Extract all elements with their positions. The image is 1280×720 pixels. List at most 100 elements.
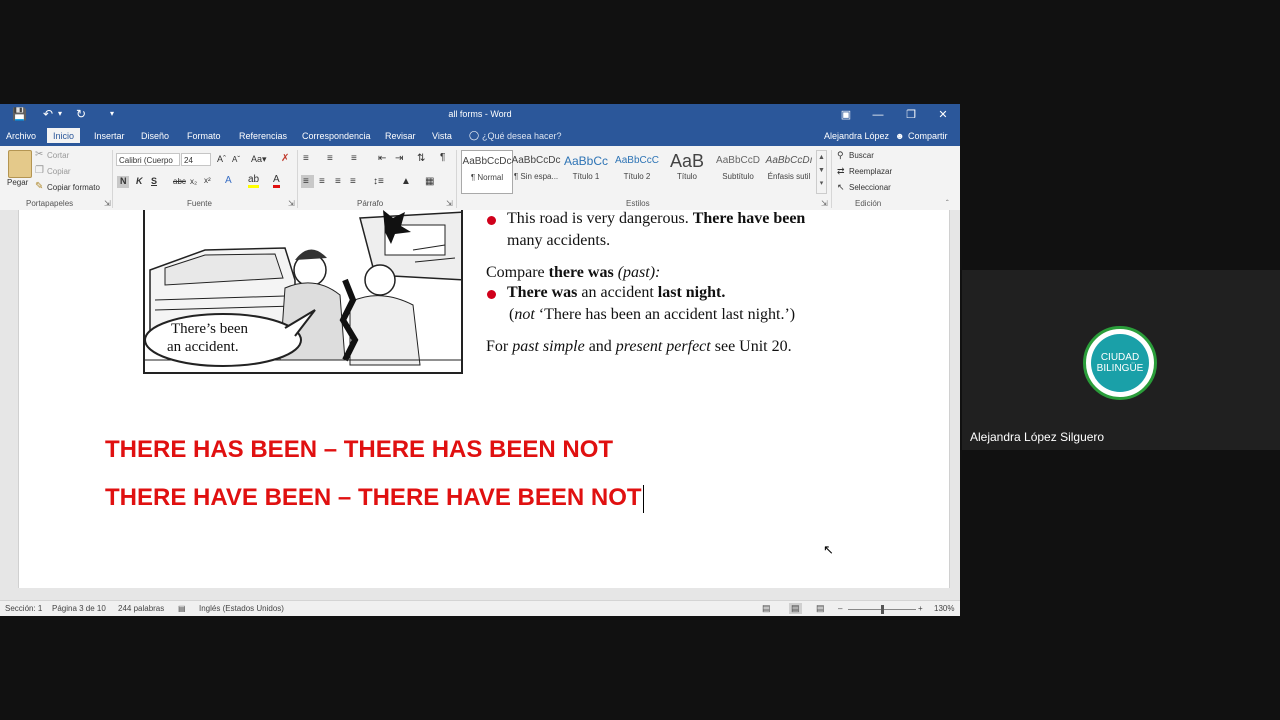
styles-launcher-icon[interactable]: ⇲ <box>821 199 828 208</box>
align-center-icon[interactable]: ≡ <box>319 176 325 187</box>
shrink-font-icon[interactable]: Aˇ <box>232 155 240 164</box>
tab-insertar[interactable]: Insertar <box>94 131 125 141</box>
minimize-button[interactable]: — <box>862 104 894 126</box>
compare-line: Compare there was (past): <box>486 264 661 281</box>
page-indicator[interactable]: Página 3 de 10 <box>52 604 106 613</box>
decrease-indent-icon[interactable]: ⇤ <box>378 153 386 164</box>
tab-correspondencia[interactable]: Correspondencia <box>302 131 371 141</box>
ribbon-tabs: Archivo Inicio Insertar Diseño Formato R… <box>0 126 960 146</box>
web-layout-icon[interactable]: ▤ <box>816 603 825 614</box>
save-icon[interactable]: 💾 <box>12 107 27 121</box>
search-icon: ⚲ <box>837 150 844 160</box>
select-button[interactable]: Seleccionar <box>849 183 891 192</box>
paste-button[interactable]: Pegar <box>7 178 28 187</box>
collapse-ribbon-icon[interactable]: ˆ <box>946 199 949 208</box>
logo-center: CIUDAD BILINGÜE <box>1091 334 1149 392</box>
grow-font-icon[interactable]: Aˆ <box>217 154 226 164</box>
superscript-icon[interactable]: x² <box>204 176 211 185</box>
style-heading-1[interactable]: AaBbCc Título 1 <box>561 150 611 192</box>
tab-inicio[interactable]: Inicio <box>47 128 81 143</box>
read-mode-icon[interactable]: ▤ <box>762 603 771 614</box>
paste-icon[interactable] <box>8 150 32 178</box>
font-color-icon[interactable]: A <box>273 175 280 188</box>
tab-archivo[interactable]: Archivo <box>6 131 36 141</box>
share-button[interactable]: Compartir <box>908 131 948 141</box>
cut-button[interactable]: Cortar <box>47 151 69 160</box>
sort-icon[interactable]: ⇅ <box>417 153 425 164</box>
styles-group-label: Estilos <box>626 199 650 208</box>
restore-button[interactable]: ❐ <box>895 104 927 126</box>
red-text-line-1: THERE HAS BEEN – THERE HAS BEEN NOT <box>105 436 614 463</box>
zoom-out-icon[interactable]: – <box>838 604 842 613</box>
font-size-dropdown[interactable]: 24 <box>181 153 211 166</box>
word-count[interactable]: 244 palabras <box>118 604 164 613</box>
customize-toolbar-icon[interactable]: ▾ <box>110 109 114 118</box>
format-painter-button[interactable]: Copiar formato <box>47 183 100 192</box>
clipboard-launcher-icon[interactable]: ⇲ <box>104 199 111 208</box>
copy-button[interactable]: Copiar <box>47 167 71 176</box>
tab-formato[interactable]: Formato <box>187 131 221 141</box>
proofing-icon[interactable]: ▤ <box>178 604 186 613</box>
borders-icon[interactable]: ▦ <box>425 176 434 187</box>
text-cursor <box>642 484 644 513</box>
shading-icon[interactable]: ▲ <box>401 176 411 187</box>
style-normal[interactable]: AaBbCcDc ¶ Normal <box>461 150 513 194</box>
highlight-icon[interactable]: ab <box>248 175 260 188</box>
zoom-slider-thumb[interactable] <box>881 605 884 614</box>
bold-icon[interactable]: N <box>120 176 127 186</box>
style-no-spacing[interactable]: AaBbCcDc ¶ Sin espa... <box>511 150 561 192</box>
document-page[interactable]: There’s been an accident. This road is v… <box>18 210 950 588</box>
multilevel-list-icon[interactable]: ≡ <box>351 153 357 164</box>
print-layout-icon[interactable]: ▤ <box>789 603 802 614</box>
paragraph-launcher-icon[interactable]: ⇲ <box>446 199 453 208</box>
change-case-icon[interactable]: Aa▾ <box>251 154 267 165</box>
tab-vista[interactable]: Vista <box>432 131 452 141</box>
tab-revisar[interactable]: Revisar <box>385 131 416 141</box>
user-name[interactable]: Alejandra López <box>824 131 889 141</box>
bullet-1 <box>487 216 496 225</box>
line-spacing-icon[interactable]: ↕≡ <box>373 176 384 187</box>
style-heading-2[interactable]: AaBbCcC Título 2 <box>612 150 662 192</box>
ribbon: Pegar ✂ Cortar ❐ Copiar ✎ Copiar formato… <box>0 146 960 211</box>
style-title[interactable]: AaB Título <box>662 150 712 192</box>
styles-scroll[interactable]: ▲ ▼ ▾ <box>816 150 827 194</box>
redo-icon[interactable]: ↻ <box>76 107 86 121</box>
underline-icon[interactable]: S <box>151 176 157 186</box>
cut-icon: ✂ <box>35 149 44 160</box>
font-launcher-icon[interactable]: ⇲ <box>288 199 295 208</box>
subscript-icon[interactable]: x₂ <box>190 177 197 186</box>
replace-icon: ⇄ <box>837 166 845 176</box>
close-button[interactable]: ✕ <box>927 104 959 126</box>
zoom-level[interactable]: 130% <box>934 604 954 613</box>
section-indicator[interactable]: Sección: 1 <box>5 604 42 613</box>
text-line-1: This road is very dangerous. There have … <box>507 210 806 227</box>
tab-referencias[interactable]: Referencias <box>239 131 287 141</box>
bullets-icon[interactable]: ≡ <box>303 153 309 164</box>
undo-icon[interactable]: ↶ <box>43 107 53 121</box>
italic-icon[interactable]: K <box>136 176 143 186</box>
tell-me-search[interactable]: ¿Qué desea hacer? <box>482 131 562 141</box>
find-button[interactable]: Buscar <box>849 151 874 160</box>
select-icon: ↖ <box>837 182 845 192</box>
increase-indent-icon[interactable]: ⇥ <box>395 153 403 164</box>
tab-diseno[interactable]: Diseño <box>141 131 169 141</box>
show-marks-icon[interactable]: ¶ <box>440 152 445 163</box>
clear-format-icon[interactable]: ✗ <box>281 153 289 164</box>
status-bar: Sección: 1 Página 3 de 10 244 palabras ▤… <box>0 600 960 616</box>
justify-icon[interactable]: ≡ <box>350 176 356 187</box>
undo-dropdown-icon[interactable]: ▾ <box>58 109 62 118</box>
zoom-in-icon[interactable]: + <box>918 604 923 613</box>
align-right-icon[interactable]: ≡ <box>335 176 341 187</box>
text-effects-icon[interactable]: A <box>225 175 232 186</box>
strikethrough-icon[interactable]: abc <box>173 177 186 186</box>
ribbon-display-icon[interactable]: ▣ <box>830 104 862 126</box>
language-indicator[interactable]: Inglés (Estados Unidos) <box>199 604 284 613</box>
reference-line: For past simple and present perfect see … <box>486 338 792 355</box>
style-subtle-emphasis[interactable]: AaBbCcDı Énfasis sutil <box>764 150 814 192</box>
paragraph-group-label: Párrafo <box>357 199 384 208</box>
align-left-icon[interactable]: ≡ <box>303 176 309 187</box>
style-subtitle[interactable]: AaBbCcD Subtítulo <box>713 150 763 192</box>
numbering-icon[interactable]: ≡ <box>327 153 333 164</box>
font-name-dropdown[interactable]: Calibri (Cuerpo <box>116 153 180 166</box>
replace-button[interactable]: Reemplazar <box>849 167 892 176</box>
